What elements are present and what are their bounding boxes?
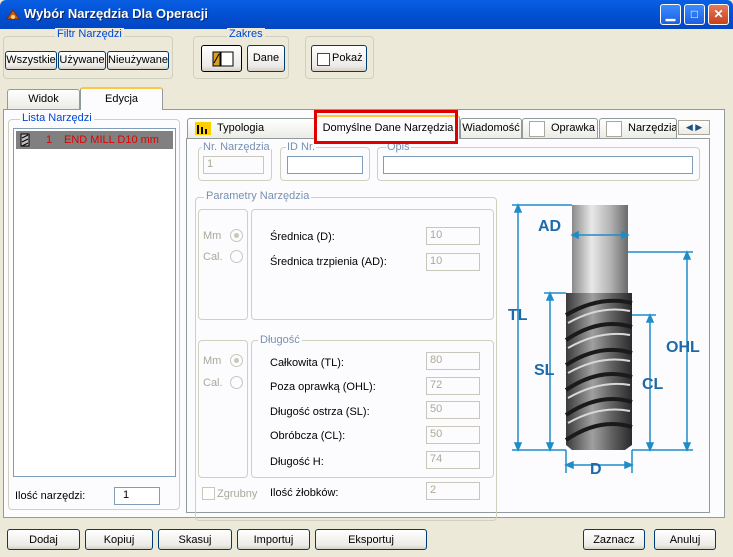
import-button[interactable]: Importuj [237, 529, 310, 550]
filter-unused-button[interactable]: Nieużywane [107, 51, 169, 70]
params-unit-group [198, 209, 248, 320]
range-data-button[interactable]: Dane [247, 45, 285, 72]
tab-tool[interactable]: Narzędzia [599, 118, 677, 138]
shank-diameter-label: Średnica trzpienia (AD): [270, 256, 387, 268]
tool-count-field: 1 [114, 487, 160, 505]
rough-label: Zgrubny [217, 488, 258, 500]
add-button[interactable]: Dodaj [7, 529, 80, 550]
cutting-length-label: Obróbcza (CL): [270, 430, 346, 442]
range-tool-button[interactable] [201, 45, 242, 72]
filter-all-button[interactable]: Wszystkie [5, 51, 57, 70]
overhang-length-field: 72 [426, 377, 480, 395]
length-title: Długość [258, 334, 302, 346]
filter-used-button[interactable]: Używane [58, 51, 106, 70]
list-item-number: 1 [46, 134, 53, 146]
diameter-label: Średnica (D): [270, 231, 335, 243]
list-item[interactable]: 1 END MILL D10 mm [16, 131, 173, 149]
tool-range-icon [212, 51, 234, 67]
window-title: Wybór Narzędzia Dla Operacji [24, 6, 208, 21]
highlight-box [314, 110, 458, 144]
length-h-label: Długość H: [270, 456, 324, 468]
show-checkbox[interactable] [317, 53, 330, 66]
close-icon: ✕ [713, 7, 724, 21]
tab-holder-label: Oprawka [551, 122, 596, 134]
tab-edit[interactable]: Edycja [80, 87, 163, 110]
label-tl: TL [508, 307, 528, 324]
flutes-label: Ilość żłobków: [270, 487, 339, 499]
diameter-field: 10 [426, 227, 480, 245]
copy-button[interactable]: Kopiuj [85, 529, 153, 550]
tool-list-title: Lista Narzędzi [20, 112, 94, 124]
overhang-length-label: Poza oprawką (OHL): [270, 381, 376, 393]
shank-shape [572, 205, 628, 293]
nr-label: Nr. Narzędzia [202, 141, 271, 153]
holder-icon [529, 121, 545, 137]
list-item-name: END MILL D10 mm [64, 134, 159, 146]
tab-message[interactable]: Wiadomość [460, 118, 522, 138]
cutting-length-field: 50 [426, 426, 480, 444]
tab-typology[interactable]: Typologia Narzędzia [187, 118, 316, 152]
tool-count-label: Ilość narzędzi: [15, 490, 86, 502]
tab-scroll-buttons[interactable]: ◀ ▶ [678, 120, 710, 135]
cancel-button[interactable]: Anuluj [654, 529, 716, 550]
desc-field[interactable] [383, 156, 693, 174]
scroll-left-icon: ◀ [685, 122, 693, 132]
title-bar[interactable]: Wybór Narzędzia Dla Operacji ▁ □ ✕ [0, 0, 733, 29]
length-h-field: 74 [426, 451, 480, 469]
label-ad: AD [538, 218, 561, 235]
nr-field: 1 [203, 156, 264, 174]
label-cl: CL [642, 376, 664, 393]
minimize-icon: ▁ [665, 7, 676, 21]
show-label: Pokaż [332, 52, 363, 64]
close-button[interactable]: ✕ [708, 4, 729, 25]
typology-icon [195, 122, 211, 135]
label-ohl: OHL [666, 339, 700, 356]
select-button[interactable]: Zaznacz [583, 529, 645, 550]
tab-view[interactable]: Widok [7, 89, 80, 109]
tool-list[interactable]: 1 END MILL D10 mm [13, 128, 176, 477]
tool-filter-title: Filtr Narzędzi [55, 28, 124, 40]
export-button[interactable]: Eksportuj [315, 529, 427, 550]
end-mill-diagram: AD TL SL OHL CL D [508, 203, 700, 478]
total-length-label: Całkowita (TL): [270, 357, 344, 369]
minimize-button[interactable]: ▁ [660, 4, 681, 25]
length-cal-label: Cal. [203, 377, 223, 389]
length-cal-radio[interactable] [230, 376, 243, 389]
flute-length-label: Długość ostrza (SL): [270, 406, 370, 418]
scroll-right-icon: ▶ [695, 122, 703, 132]
flute-length-field: 50 [426, 401, 480, 419]
show-button[interactable]: Pokaż [311, 45, 367, 72]
params-mm-label: Mm [203, 230, 222, 242]
label-sl: SL [534, 362, 555, 379]
total-length-field: 80 [426, 352, 480, 370]
params-title: Parametry Narzędzia [204, 190, 312, 202]
rough-checkbox[interactable] [202, 487, 215, 500]
delete-button[interactable]: Skasuj [158, 529, 232, 550]
id-field[interactable] [287, 156, 363, 174]
length-mm-label: Mm [203, 355, 222, 367]
id-label: ID Nr. [286, 141, 317, 153]
range-title: Zakres [227, 28, 265, 40]
flutes-field: 2 [426, 482, 480, 500]
params-cal-radio[interactable] [230, 250, 243, 263]
maximize-button[interactable]: □ [684, 4, 705, 25]
params-cal-label: Cal. [203, 251, 223, 263]
app-icon [6, 9, 20, 20]
tab-tool-label: Narzędzia [628, 122, 677, 134]
tab-holder[interactable]: Oprawka [522, 118, 598, 138]
params-mm-radio[interactable] [230, 229, 243, 242]
label-d: D [590, 461, 602, 478]
shank-diameter-field: 10 [426, 253, 480, 271]
maximize-icon: □ [690, 7, 699, 21]
tool-tab-icon [606, 121, 622, 137]
length-mm-radio[interactable] [230, 354, 243, 367]
end-mill-icon [20, 133, 30, 147]
